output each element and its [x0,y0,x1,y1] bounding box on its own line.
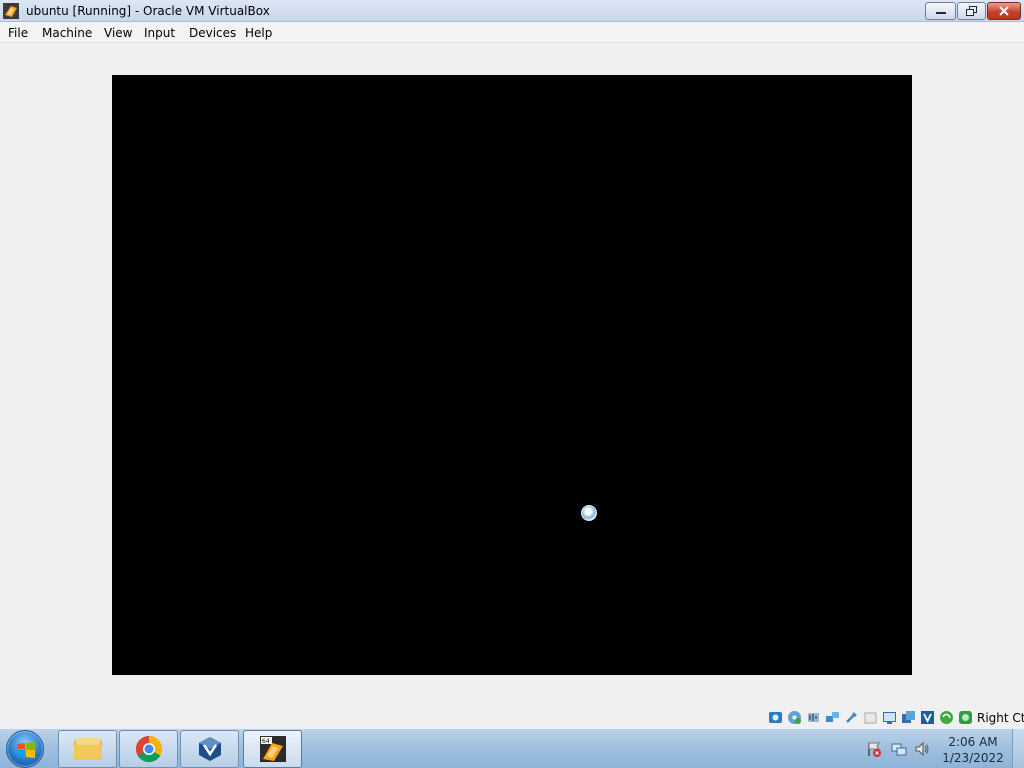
busy-cursor-icon [581,505,597,521]
virtualbox-app-icon[interactable] [3,3,19,19]
display-icon[interactable] [882,710,897,725]
mouse-integration-icon[interactable] [958,710,973,725]
menu-help[interactable]: Help [245,26,272,40]
system-clock[interactable]: 2:06 AM 1/23/2022 [940,734,1006,766]
vm-screen[interactable] [112,75,912,675]
close-icon [999,6,1009,16]
clock-date: 1/23/2022 [942,751,1004,765]
menu-devices[interactable]: Devices [189,26,236,40]
taskbar-virtualbox[interactable] [180,730,239,768]
title-bar[interactable]: ubuntu [Running] - Oracle VM VirtualBox [0,0,1024,22]
menu-machine[interactable]: Machine [42,26,92,40]
virtualization-icon[interactable] [939,710,954,725]
chrome-icon [135,735,162,763]
restore-button[interactable] [957,2,986,20]
close-button[interactable] [987,2,1021,20]
menu-bar: File Machine View Input Devices Help [0,22,1024,43]
minimize-icon [935,12,946,14]
shared-folders-icon[interactable] [863,710,878,725]
guest-additions-icon[interactable] [920,710,935,725]
usb-icon[interactable] [844,710,859,725]
start-button[interactable] [6,730,44,768]
menu-view[interactable]: View [104,26,132,40]
action-center-flag-icon[interactable] [866,741,882,757]
taskbar-file-explorer[interactable] [58,730,117,768]
restore-icon [965,6,977,16]
minimize-button[interactable] [925,2,956,20]
show-desktop-button[interactable] [1012,729,1024,768]
video-capture-icon[interactable] [901,710,916,725]
status-bar: Right Ctrl [0,708,1024,728]
menu-input[interactable]: Input [144,26,175,40]
host-key-label[interactable]: Right Ctrl [977,711,1024,725]
audio-icon[interactable] [806,710,821,725]
clock-time: 2:06 AM [948,735,998,749]
hard-disk-icon[interactable] [768,710,783,725]
taskbar: 64 2:06 AM 1/23/2022 [0,728,1024,768]
file-explorer-icon [73,738,102,760]
virtualbox-vm-64-icon: 64 [259,736,286,762]
network-icon[interactable] [825,710,840,725]
window-title: ubuntu [Running] - Oracle VM VirtualBox [26,4,270,18]
optical-drive-icon[interactable] [787,710,802,725]
windows-logo-icon [17,742,35,758]
taskbar-vm-window[interactable]: 64 [243,730,302,768]
menu-file[interactable]: File [8,26,28,40]
virtualbox-icon [198,737,221,761]
network-tray-icon[interactable] [891,741,907,757]
volume-icon[interactable] [914,741,930,757]
taskbar-chrome[interactable] [119,730,178,768]
svg-text:64: 64 [262,738,270,745]
